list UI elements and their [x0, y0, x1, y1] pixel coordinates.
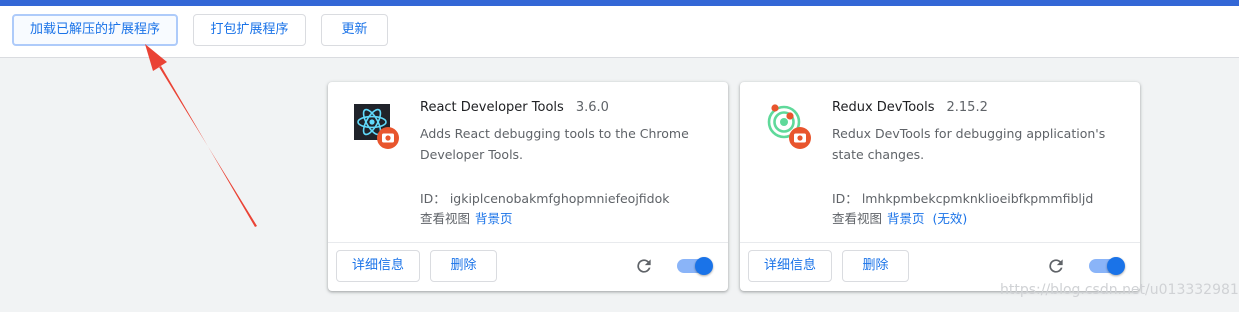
inactive-label: (无效)	[932, 211, 968, 226]
background-page-link[interactable]: 背景页	[475, 211, 513, 226]
card-divider	[740, 242, 1140, 243]
load-unpacked-button[interactable]: 加载已解压的扩展程序	[12, 14, 178, 46]
react-logo-icon	[354, 104, 399, 149]
card-divider	[328, 242, 728, 243]
remove-button[interactable]: 删除	[430, 250, 497, 282]
extension-name: React Developer Tools	[420, 100, 564, 115]
extension-name: Redux DevTools	[832, 100, 935, 115]
toggle-knob	[695, 257, 713, 275]
watermark: https://blog.csdn.net/u013332981	[1000, 282, 1239, 298]
extension-version: 2.15.2	[946, 100, 988, 115]
pack-extension-button[interactable]: 打包扩展程序	[193, 14, 306, 46]
toolbar: 加载已解压的扩展程序 打包扩展程序 更新	[0, 6, 1239, 58]
update-button[interactable]: 更新	[321, 14, 388, 46]
redux-devtools-logo-icon	[767, 104, 811, 149]
extension-card-react-devtools: React Developer Tools 3.6.0 Adds React de…	[328, 82, 728, 291]
inspect-views-label: 查看视图	[420, 211, 471, 226]
extension-description: Adds React debugging tools to the Chrome…	[420, 126, 689, 162]
toggle-knob	[1107, 257, 1125, 275]
enable-toggle[interactable]	[677, 257, 713, 275]
extension-id: lmhkpmbekcpmknklioeibfkpmmfibljd	[861, 191, 1094, 206]
extension-id: igkiplcenobakmfghopmniefeojfidok	[449, 191, 670, 206]
extension-description: Redux DevTools for debugging application…	[832, 126, 1106, 162]
id-label: ID：	[420, 191, 446, 206]
details-button[interactable]: 详细信息	[748, 250, 832, 282]
id-label: ID：	[832, 191, 858, 206]
reload-icon[interactable]	[1046, 256, 1066, 276]
extension-card-redux-devtools: Redux DevTools 2.15.2 Redux DevTools for …	[740, 82, 1140, 291]
background-page-link[interactable]: 背景页	[887, 211, 925, 226]
inspect-views-label: 查看视图	[832, 211, 883, 226]
reload-icon[interactable]	[634, 256, 654, 276]
enable-toggle[interactable]	[1089, 257, 1125, 275]
extension-version: 3.6.0	[575, 100, 609, 115]
details-button[interactable]: 详细信息	[336, 250, 420, 282]
remove-button[interactable]: 删除	[842, 250, 909, 282]
